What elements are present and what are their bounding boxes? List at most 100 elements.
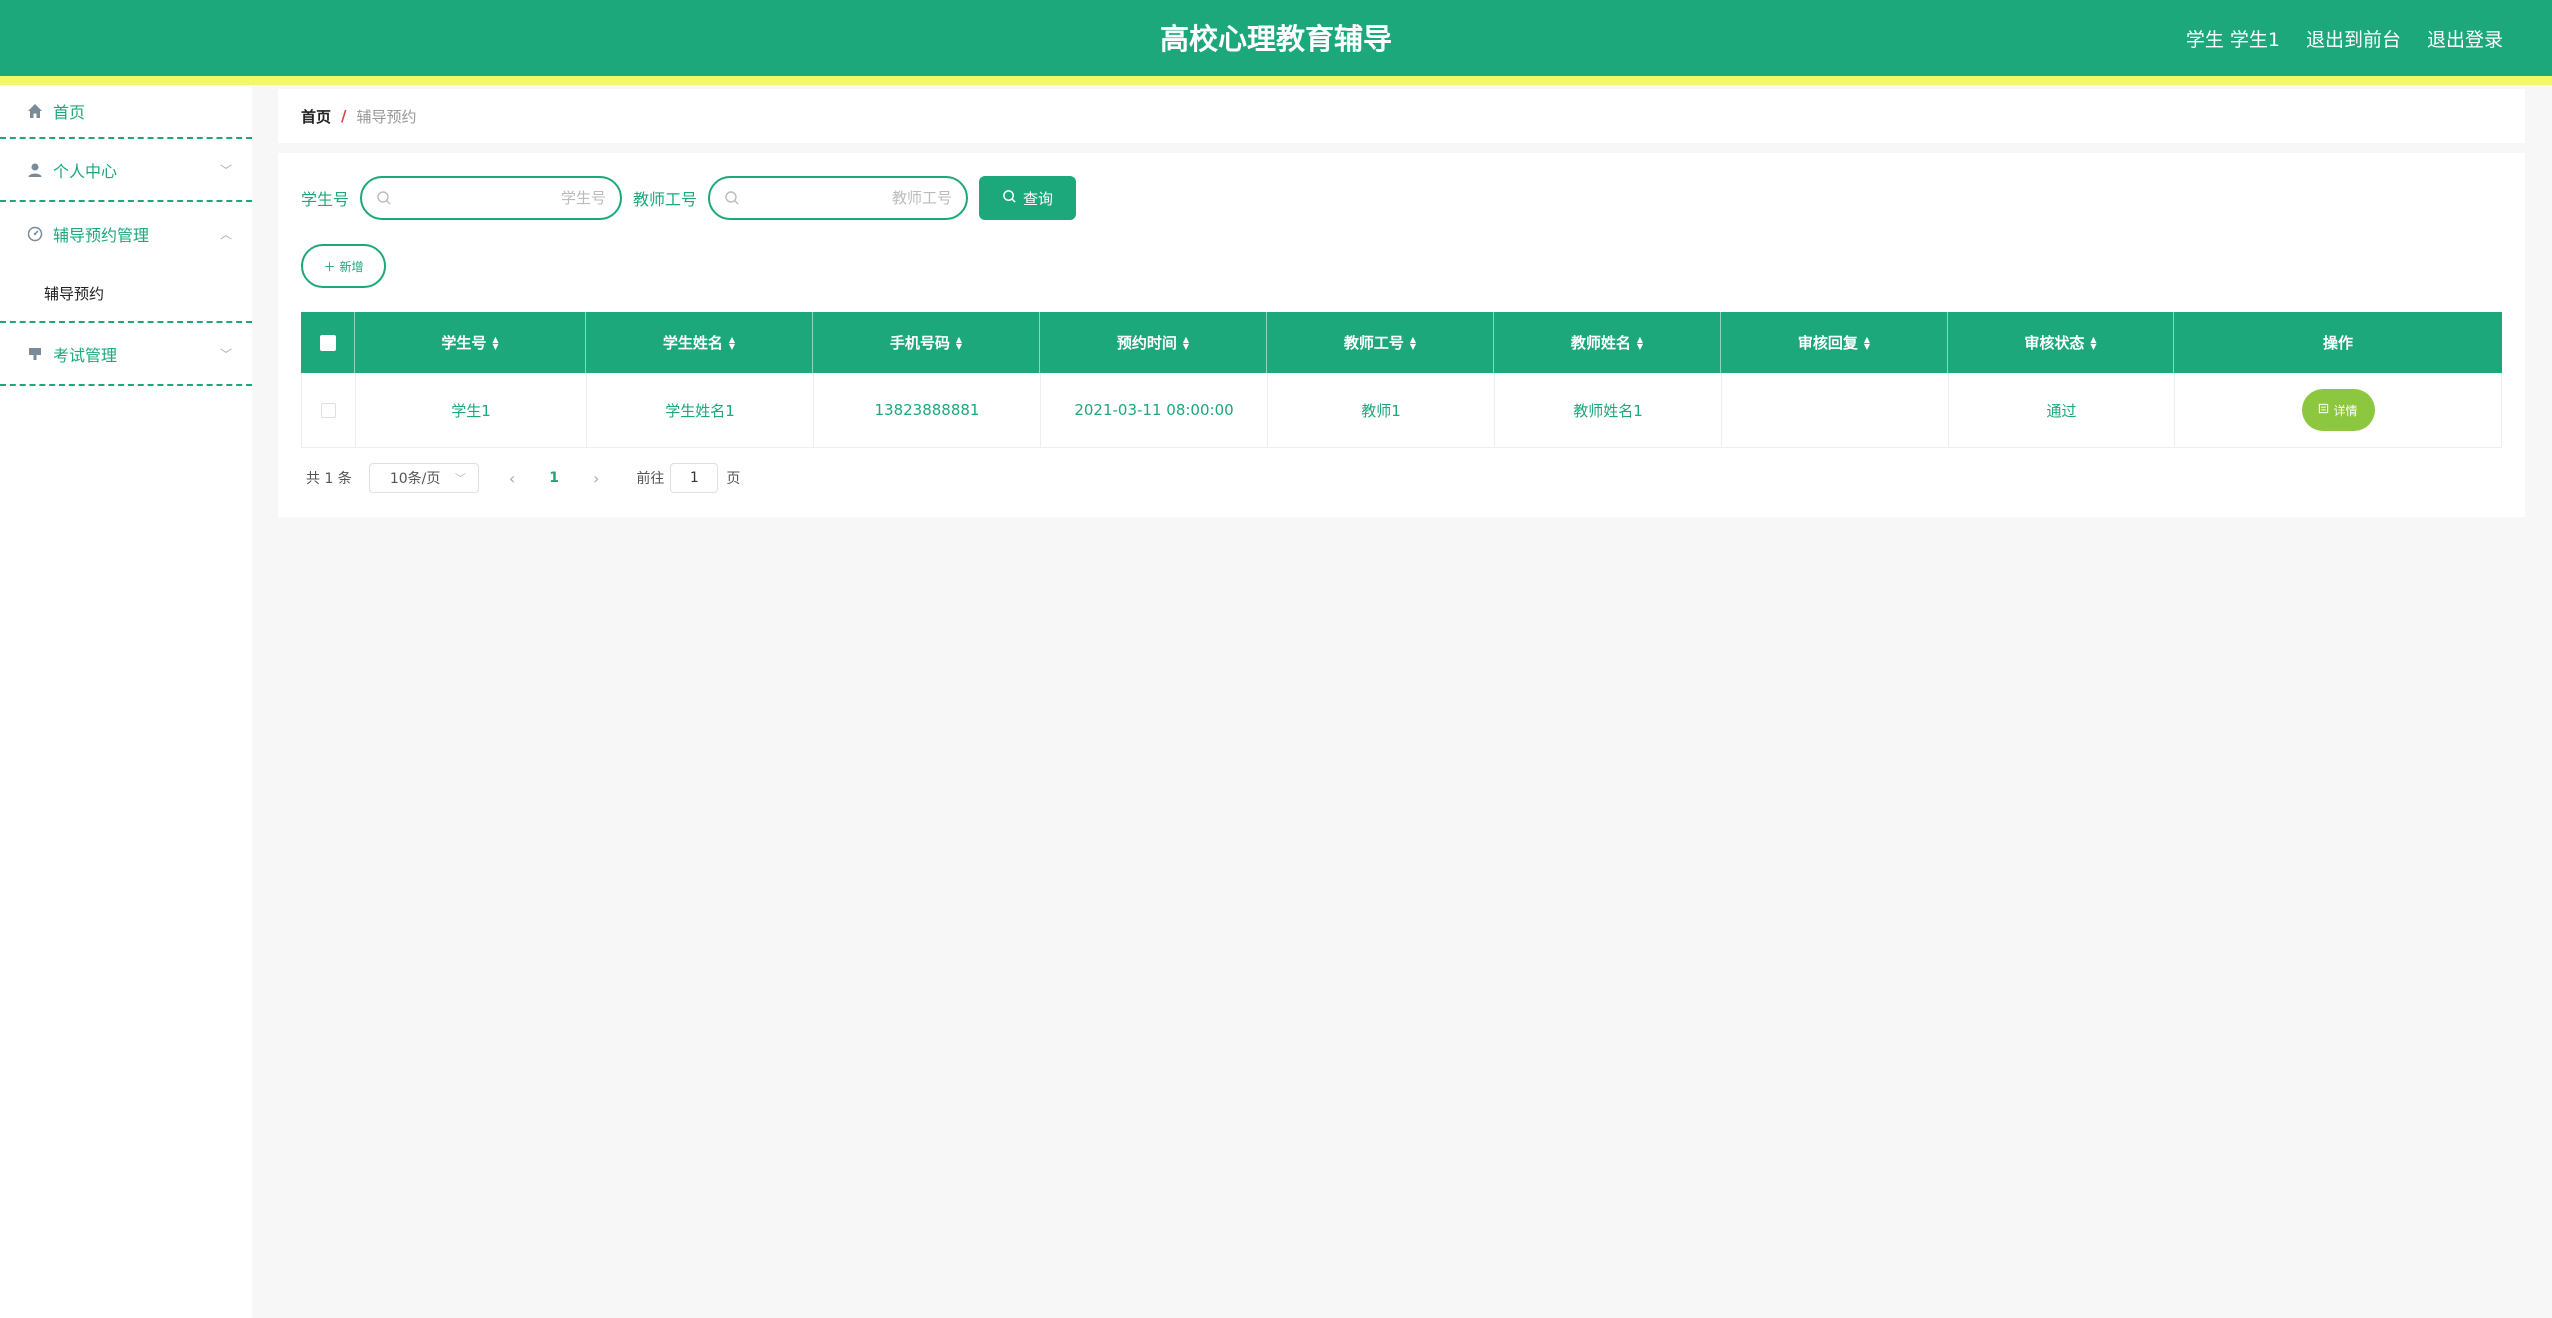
sidebar-item-exam-management[interactable]: 考试管理 ﹀	[0, 323, 252, 386]
user-icon	[27, 162, 43, 178]
cell-teacher-no: 教师1	[1268, 373, 1495, 447]
goto-suffix: 页	[726, 471, 741, 487]
search-icon	[376, 190, 392, 206]
document-icon	[2318, 403, 2329, 417]
column-header-label: 学生号	[441, 334, 487, 352]
cell-review-reply	[1722, 373, 1949, 447]
sort-icon: ▲ ▼	[2090, 334, 2097, 351]
sort-icon: ▲ ▼	[1636, 334, 1644, 351]
row-select-cell	[302, 373, 356, 447]
page-number-current[interactable]: 1	[549, 470, 559, 486]
breadcrumb-home[interactable]: 首页	[301, 106, 331, 127]
gauge-icon	[27, 226, 43, 242]
sort-icon: ▲ ▼	[955, 334, 963, 351]
column-header[interactable]: 教师工号 ▲ ▼	[1267, 312, 1494, 373]
sidebar-subitem-appointment[interactable]: 辅导预约	[0, 265, 252, 321]
column-header-label: 操作	[2322, 334, 2353, 352]
chevron-down-icon: ﹀	[219, 163, 232, 177]
main-panel: 学生号 教师工号 查询 ＋ 新增 学生号▲	[278, 153, 2525, 517]
student-no-input[interactable]	[392, 189, 607, 207]
sort-icon: ▲ ▼	[1182, 334, 1190, 351]
search-icon	[724, 190, 740, 206]
cell-appointment-time: 2021-03-11 08:00:00	[1041, 373, 1268, 447]
column-header-label: 手机号码	[889, 334, 950, 352]
chevron-down-icon: ﹀	[454, 472, 466, 485]
pagination-total: 共 1 条	[306, 471, 352, 487]
sort-icon: ▲ ▼	[492, 334, 499, 351]
header-stripe	[0, 76, 2552, 85]
sidebar-item-label: 考试管理	[53, 345, 118, 365]
detail-button-label: 详情	[2333, 403, 2358, 418]
select-all-cell	[301, 312, 355, 373]
student-no-field	[360, 176, 623, 220]
column-header[interactable]: 预约时间 ▲ ▼	[1040, 312, 1267, 373]
column-header-label: 教师姓名	[1570, 334, 1631, 352]
sidebar-item-personal-center[interactable]: 个人中心 ﹀	[0, 139, 252, 202]
home-icon	[27, 103, 43, 119]
add-button-label: 新增	[339, 259, 364, 274]
column-header-label: 审核状态	[2024, 334, 2085, 352]
column-header[interactable]: 教师姓名 ▲ ▼	[1494, 312, 1721, 373]
plus-icon: ＋	[323, 259, 336, 274]
column-header-label: 审核回复	[1797, 334, 1858, 352]
sort-icon: ▲ ▼	[1409, 334, 1417, 351]
sort-icon: ▲ ▼	[728, 334, 736, 351]
appointment-table: 学生号 ▲ ▼ 学生姓名 ▲ ▼ 手机号码 ▲ ▼ 预约时间 ▲ ▼ 教师工号 ▲ ▼ 教师姓名 ▲ ▼…	[301, 312, 2502, 448]
column-header-label: 预约时间	[1116, 334, 1177, 352]
header-user-area: 学生 学生1 退出到前台 退出登录	[2186, 0, 2503, 76]
sidebar-item-label: 辅导预约管理	[53, 225, 150, 245]
chevron-up-icon: ︿	[219, 227, 232, 241]
chevron-down-icon: ﹀	[219, 347, 232, 361]
breadcrumb-current: 辅导预约	[356, 107, 417, 126]
column-header[interactable]: 审核回复 ▲ ▼	[1721, 312, 1948, 373]
search-icon	[1002, 189, 1017, 208]
column-header[interactable]: 审核状态 ▲ ▼	[1948, 312, 2174, 373]
back-to-front-link[interactable]: 退出到前台	[2306, 25, 2401, 52]
table-row: 学生1 学生姓名1 13823888881 2021-03-11 08:00:0…	[301, 373, 2502, 448]
select-all-checkbox[interactable]	[319, 334, 336, 351]
teacher-no-label: 教师工号	[633, 190, 698, 209]
add-button[interactable]: ＋ 新增	[301, 244, 386, 288]
detail-button[interactable]: 详情	[2301, 389, 2375, 431]
sidebar-item-appointment-management[interactable]: 辅导预约管理 ︿	[0, 202, 252, 265]
teacher-no-field	[708, 176, 969, 220]
logout-link[interactable]: 退出登录	[2427, 25, 2503, 52]
query-button[interactable]: 查询	[979, 176, 1077, 220]
prev-page-button[interactable]: ‹	[509, 469, 515, 488]
sidebar-item-label: 个人中心	[53, 161, 118, 181]
cell-review-status: 通过	[1949, 373, 2175, 447]
column-header-label: 学生姓名	[662, 334, 723, 352]
teacher-no-input[interactable]	[740, 189, 953, 207]
search-bar: 学生号 教师工号 查询	[301, 176, 1077, 220]
row-checkbox[interactable]	[321, 402, 336, 418]
exam-icon	[27, 346, 43, 362]
cell-student-no: 学生1	[356, 373, 587, 447]
current-user: 学生 学生1	[2185, 28, 2280, 51]
goto-prefix: 前往	[636, 471, 665, 487]
next-page-button[interactable]: ›	[593, 469, 599, 488]
student-no-label: 学生号	[301, 190, 350, 209]
column-header-label: 教师工号	[1343, 334, 1404, 352]
table-header: 学生号 ▲ ▼ 学生姓名 ▲ ▼ 手机号码 ▲ ▼ 预约时间 ▲ ▼ 教师工号 ▲ ▼ 教师姓名 ▲ ▼…	[301, 312, 2502, 373]
column-header: 操作	[2174, 312, 2502, 373]
cell-teacher-name: 教师姓名1	[1495, 373, 1722, 447]
sidebar-item-home[interactable]: 首页	[0, 85, 252, 139]
cell-student-name: 学生姓名1	[587, 373, 814, 447]
column-header[interactable]: 学生姓名 ▲ ▼	[586, 312, 813, 373]
breadcrumb: 首页 / 辅导预约	[278, 89, 2525, 143]
page-size-value: 10条/页	[389, 471, 441, 487]
app-title: 高校心理教育辅导	[1159, 22, 1392, 56]
sidebar-item-label: 首页	[53, 103, 86, 122]
sidebar-group-appointment: 辅导预约管理 ︿ 辅导预约	[0, 202, 252, 323]
pagination: 共 1 条 10条/页 ﹀ ‹ 1 › 前往 1 页	[306, 462, 740, 494]
sort-icon: ▲ ▼	[1863, 334, 1871, 351]
column-header[interactable]: 手机号码 ▲ ▼	[813, 312, 1040, 373]
sidebar: 首页 个人中心 ﹀ 辅导预约管理 ︿ 辅导预约 考试管理 ﹀	[0, 85, 252, 1318]
cell-phone: 13823888881	[814, 373, 1041, 447]
goto-page-input[interactable]: 1	[670, 463, 719, 493]
query-button-label: 查询	[1023, 189, 1054, 208]
cell-actions: 详情	[2175, 373, 2501, 447]
column-header[interactable]: 学生号 ▲ ▼	[355, 312, 586, 373]
breadcrumb-separator: /	[341, 107, 347, 125]
page-size-select[interactable]: 10条/页 ﹀	[368, 463, 479, 493]
